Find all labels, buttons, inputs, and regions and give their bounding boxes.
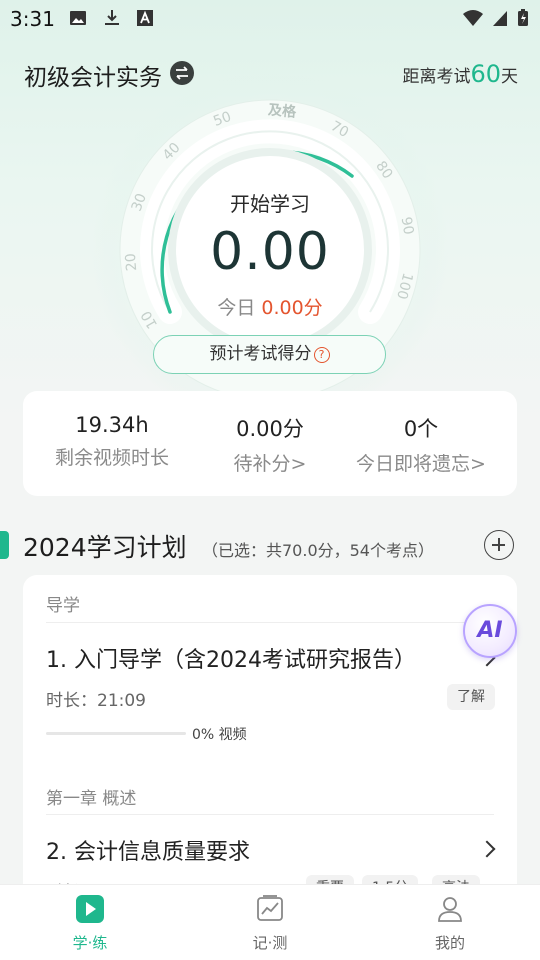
stat-value: 19.34h <box>75 413 149 437</box>
today-value: 0.00分 <box>261 297 323 319</box>
stat-pending-points[interactable]: 0.00分 待补分> <box>205 413 335 476</box>
chevron-right-icon[interactable] <box>478 840 496 858</box>
section-header: 导学 <box>46 596 80 616</box>
plan-list: 导学 1. 入门导学（含2024考试研究报告） 时长：21:09 了解 0% 视… <box>23 575 517 905</box>
nav-study-practice[interactable]: 学·练 <box>30 885 150 960</box>
profile-icon <box>438 897 462 922</box>
play-icon <box>76 895 104 923</box>
start-study-label[interactable]: 开始学习 <box>170 188 370 217</box>
gauge-tick-label: 90 <box>397 216 416 236</box>
stat-label: 剩余视频时长 <box>54 447 169 469</box>
stats-card: 19.34h 剩余视频时长 0.00分 待补分> 0个 今日即将遗忘> <box>23 391 517 496</box>
gauge-tick-label: 及格 <box>267 101 297 120</box>
chart-icon <box>257 895 283 921</box>
today-score: 今日 0.00分 <box>150 293 390 320</box>
stat-forgetting-today[interactable]: 0个 今日即将遗忘> <box>349 413 493 476</box>
stat-label: 今日即将遗忘> <box>356 453 486 475</box>
nav-label: 记·测 <box>252 934 288 952</box>
predicted-score-label: 预计考试得分 <box>209 344 312 364</box>
lesson-title[interactable]: 1. 入门导学（含2024考试研究报告） <box>46 642 416 674</box>
nav-label: 我的 <box>434 934 465 952</box>
plan-meta: （已选：共70.0分，54个考点） <box>202 541 434 560</box>
section-marker <box>0 531 9 559</box>
bottom-nav: 学·练 记·测 我的 <box>0 884 540 960</box>
plan-title: 2024学习计划 <box>23 533 187 562</box>
stat-value: 0个 <box>403 417 439 441</box>
section-header: 第一章 概述 <box>46 789 137 809</box>
help-icon[interactable]: ? <box>313 347 330 363</box>
nav-profile[interactable]: 我的 <box>390 885 510 960</box>
lesson-title[interactable]: 2. 会计信息质量要求 <box>46 834 250 866</box>
score-value: 0.00 <box>210 222 330 282</box>
divider <box>46 622 494 623</box>
lesson-progress-bar <box>46 732 186 735</box>
ai-assistant-button[interactable]: AI <box>463 604 517 658</box>
nav-memorize-test[interactable]: 记·测 <box>210 885 330 960</box>
add-plan-icon[interactable] <box>484 530 514 560</box>
stat-label: 待补分> <box>233 453 307 475</box>
gauge-tick-label: 20 <box>123 253 140 272</box>
divider <box>46 814 494 815</box>
nav-label: 学·练 <box>72 934 108 952</box>
lesson-duration: 时长：21:09 <box>46 691 146 711</box>
today-label: 今日 <box>217 297 256 319</box>
lesson-tag: 了解 <box>447 684 495 710</box>
stat-remaining-video: 19.34h 剩余视频时长 <box>47 413 177 470</box>
predicted-score-button[interactable]: 预计考试得分? <box>153 335 386 374</box>
stat-value: 0.00分 <box>236 417 304 441</box>
lesson-progress-text: 0% 视频 <box>192 727 247 743</box>
